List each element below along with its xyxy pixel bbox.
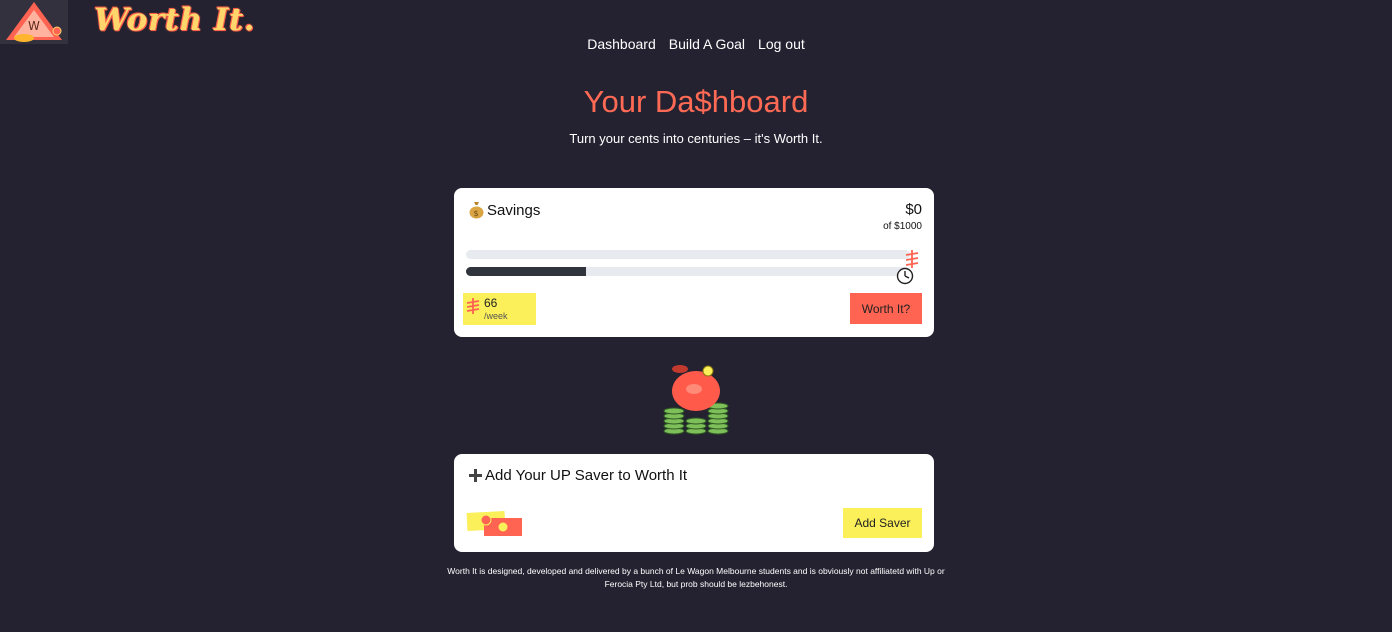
savings-title-text: Savings [487, 201, 541, 219]
weekly-rate-unit: /week [484, 311, 508, 321]
add-saver-button[interactable]: Add Saver [843, 508, 922, 538]
svg-text:W: W [28, 19, 40, 33]
brand-wordmark[interactable]: Worth It. [94, 2, 255, 38]
saver-title-text: Add Your UP Saver to Worth It [485, 467, 688, 484]
savings-card: $ Savings $0 of $1000 66 /week Worth It? [454, 188, 934, 337]
time-progress-fill [466, 267, 586, 276]
worth-it-button[interactable]: Worth It? [850, 293, 922, 324]
time-progress-bar [466, 267, 910, 276]
svg-text:$: $ [474, 209, 479, 218]
weekly-rate-value: 66 [484, 296, 498, 310]
page-subtitle: Turn your cents into centuries – it's Wo… [569, 131, 823, 146]
savings-goal-amount: of $1000 [883, 221, 922, 232]
add-saver-card: Add Your UP Saver to Worth It Add Saver [454, 454, 934, 552]
piggy-bank-illustration [663, 365, 729, 435]
page-title: Your Da$hboard [583, 84, 809, 119]
savings-progress-bar [466, 250, 910, 259]
main-nav: Dashboard Build A Goal Log out [0, 36, 1392, 52]
cash-notes-icon [466, 511, 522, 536]
nav-dashboard[interactable]: Dashboard [587, 36, 656, 52]
saver-card-title: Add Your UP Saver to Worth It [468, 467, 687, 484]
money-bag-icon: $ [469, 202, 484, 219]
up-currency-icon [466, 298, 480, 314]
footer-disclaimer: Worth It is designed, developed and deli… [447, 566, 945, 589]
plus-icon [469, 469, 482, 482]
weekly-rate-badge: 66 /week [463, 293, 536, 325]
nav-log-out[interactable]: Log out [758, 36, 805, 52]
nav-build-a-goal[interactable]: Build A Goal [669, 36, 745, 52]
up-currency-icon [905, 250, 919, 268]
clock-icon [896, 267, 914, 285]
savings-amount: $0 [905, 201, 922, 218]
savings-card-title: $ Savings [468, 201, 540, 219]
